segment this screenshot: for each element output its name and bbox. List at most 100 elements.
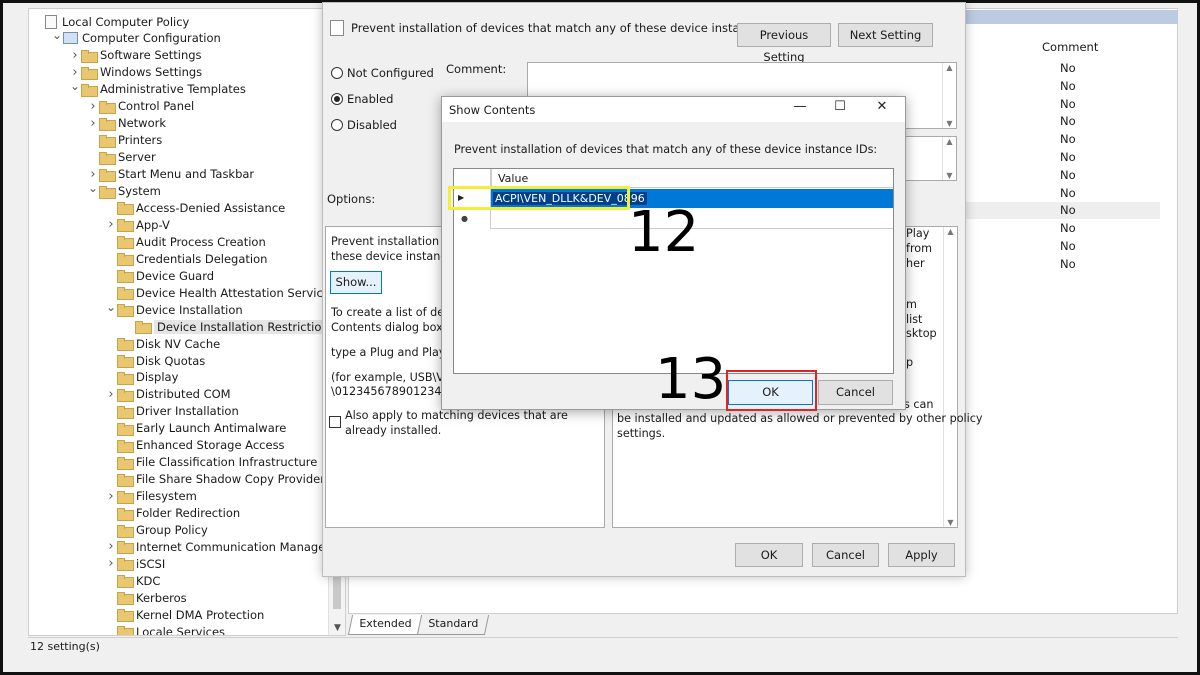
also-apply-checkbox[interactable] [329,416,341,428]
tree-item[interactable]: Device Health Attestation Service [105,284,330,301]
tree-item[interactable]: › Control Panel [87,98,194,115]
tree-item[interactable]: KDC [105,572,160,589]
folder-icon [99,134,116,148]
previous-setting-button[interactable]: Previous Setting [737,23,831,64]
chevron-right-icon[interactable]: › [105,556,117,571]
policy-cancel-button[interactable]: Cancel [812,543,879,567]
close-icon[interactable]: ✕ [868,99,896,117]
tree-item[interactable]: › iSCSI [105,555,165,572]
comment-cell: No [1060,96,1076,111]
tree-item[interactable]: Access-Denied Assistance [105,199,285,216]
tree-item[interactable]: Driver Installation [105,403,239,420]
show-button[interactable]: Show... [330,271,382,294]
folder-icon [117,371,134,385]
tree-item[interactable]: › Internet Communication Management [105,538,345,555]
chevron-right-icon[interactable]: › [105,217,117,232]
chevron-down-icon[interactable]: ⌄ [87,181,99,195]
comment-column-header[interactable]: Comment [1042,40,1098,54]
tree-item[interactable]: Credentials Delegation [105,250,267,267]
tree-item[interactable]: Kernel DMA Protection [105,606,264,623]
tab-extended[interactable]: Extended [347,615,423,635]
folder-icon [99,151,116,165]
folder-icon [99,168,116,182]
tab-standard[interactable]: Standard [417,615,490,635]
tree-item[interactable]: File Share Shadow Copy Provider [105,471,325,488]
folder-icon [117,355,134,368]
tree-item[interactable]: Server [87,149,156,166]
chevron-right-icon[interactable]: › [69,65,81,80]
tree-item[interactable]: Early Launch Antimalware [105,420,286,437]
tree-item[interactable]: › App-V [105,216,170,233]
policy-ok-button[interactable]: OK [735,543,803,567]
tree-item[interactable]: File Classification Infrastructure [105,454,317,471]
chevron-right-icon[interactable]: › [87,116,99,131]
tree-item[interactable]: ⌄ Administrative Templates [69,79,246,98]
radio-disabled-circle[interactable] [331,119,343,131]
supported-scrollbar[interactable]: ▲ ▼ [942,137,956,180]
help-text-line: be installed and updated as allowed or p… [617,412,983,425]
tree-item[interactable]: › Start Menu and Taskbar [87,166,254,183]
tree-item[interactable]: Disk Quotas [105,352,205,369]
tree-item[interactable]: Audit Process Creation [105,233,266,250]
also-apply-label: Also apply to matching devices that are … [345,409,568,437]
tree-item[interactable]: Display [105,369,178,386]
chevron-right-icon[interactable]: › [87,167,99,182]
maximize-icon[interactable]: ☐ [826,99,854,117]
tree-item[interactable]: Disk NV Cache [105,335,220,352]
comment-cell: No [1060,78,1076,93]
tree-item[interactable]: › Software Settings [69,47,202,64]
chevron-down-icon[interactable]: ⌄ [51,28,63,42]
tree-item-label: Group Policy [136,523,208,537]
radio-enabled-circle[interactable] [331,93,343,105]
help-scrollbar[interactable]: ▲ ▼ [943,227,957,527]
chevron-down-icon[interactable]: ⌄ [69,79,81,93]
chevron-right-icon[interactable]: › [105,489,117,504]
chevron-right-icon[interactable]: › [105,539,117,554]
tree-item-label: Printers [118,133,163,148]
radio-enabled-label: Enabled [347,92,394,106]
folder-icon [117,388,134,402]
tree-item[interactable]: Enhanced Storage Access [105,437,285,454]
comment-scrollbar[interactable]: ▲ ▼ [942,63,956,128]
next-setting-button[interactable]: Next Setting [838,23,933,47]
chevron-right-icon[interactable]: › [87,99,99,114]
show-contents-cancel-button[interactable]: Cancel [818,380,893,405]
radio-not-configured-circle[interactable] [331,67,343,79]
tree-item[interactable]: Printers [87,132,162,149]
tree-item[interactable]: ⌄ Computer Configuration [51,28,221,47]
tree-item-label: iSCSI [136,556,166,571]
tree-item[interactable]: › Distributed COM [105,386,231,403]
folder-icon [99,117,116,131]
minimize-icon[interactable]: — [786,99,814,117]
tree-item[interactable]: Group Policy [105,522,208,539]
policy-document-icon [45,14,57,29]
folder-icon [117,473,134,487]
comment-cell: No [1060,256,1076,271]
help-text-line: sktop [906,327,937,340]
tree-item[interactable]: ⌄ System [87,181,161,200]
tree-item[interactable]: Device Guard [105,267,214,284]
chevron-right-icon[interactable]: › [69,48,81,63]
folder-icon [117,490,134,504]
folder-icon [117,270,134,284]
tree-item[interactable]: › Windows Settings [69,64,202,81]
tree-item[interactable]: Folder Redirection [105,505,240,522]
scroll-down-icon[interactable]: ▼ [329,623,345,633]
folder-icon [117,558,134,572]
folder-icon [117,626,134,635]
tree-item[interactable]: › Filesystem [105,488,197,505]
chevron-right-icon[interactable]: › [105,387,117,402]
chevron-down-icon[interactable]: ⌄ [105,300,117,314]
tree-item[interactable]: Local Computer Policy [33,13,189,30]
tree-item[interactable]: › Network [87,115,166,132]
policy-apply-button[interactable]: Apply [888,543,955,567]
tree-item[interactable]: ⌄ Device Installation [105,300,243,318]
tree-item[interactable]: Device Installation Restrictions [123,318,338,335]
radio-not-configured[interactable]: Not Configured [331,66,434,80]
radio-disabled[interactable]: Disabled [331,118,397,132]
tree-item[interactable]: Kerberos [105,589,187,606]
radio-enabled[interactable]: Enabled [331,92,393,106]
tree-item-label: Enhanced Storage Access [136,438,285,453]
tree-item-label: Driver Installation [136,404,239,419]
tree-item[interactable]: Locale Services [105,623,225,635]
